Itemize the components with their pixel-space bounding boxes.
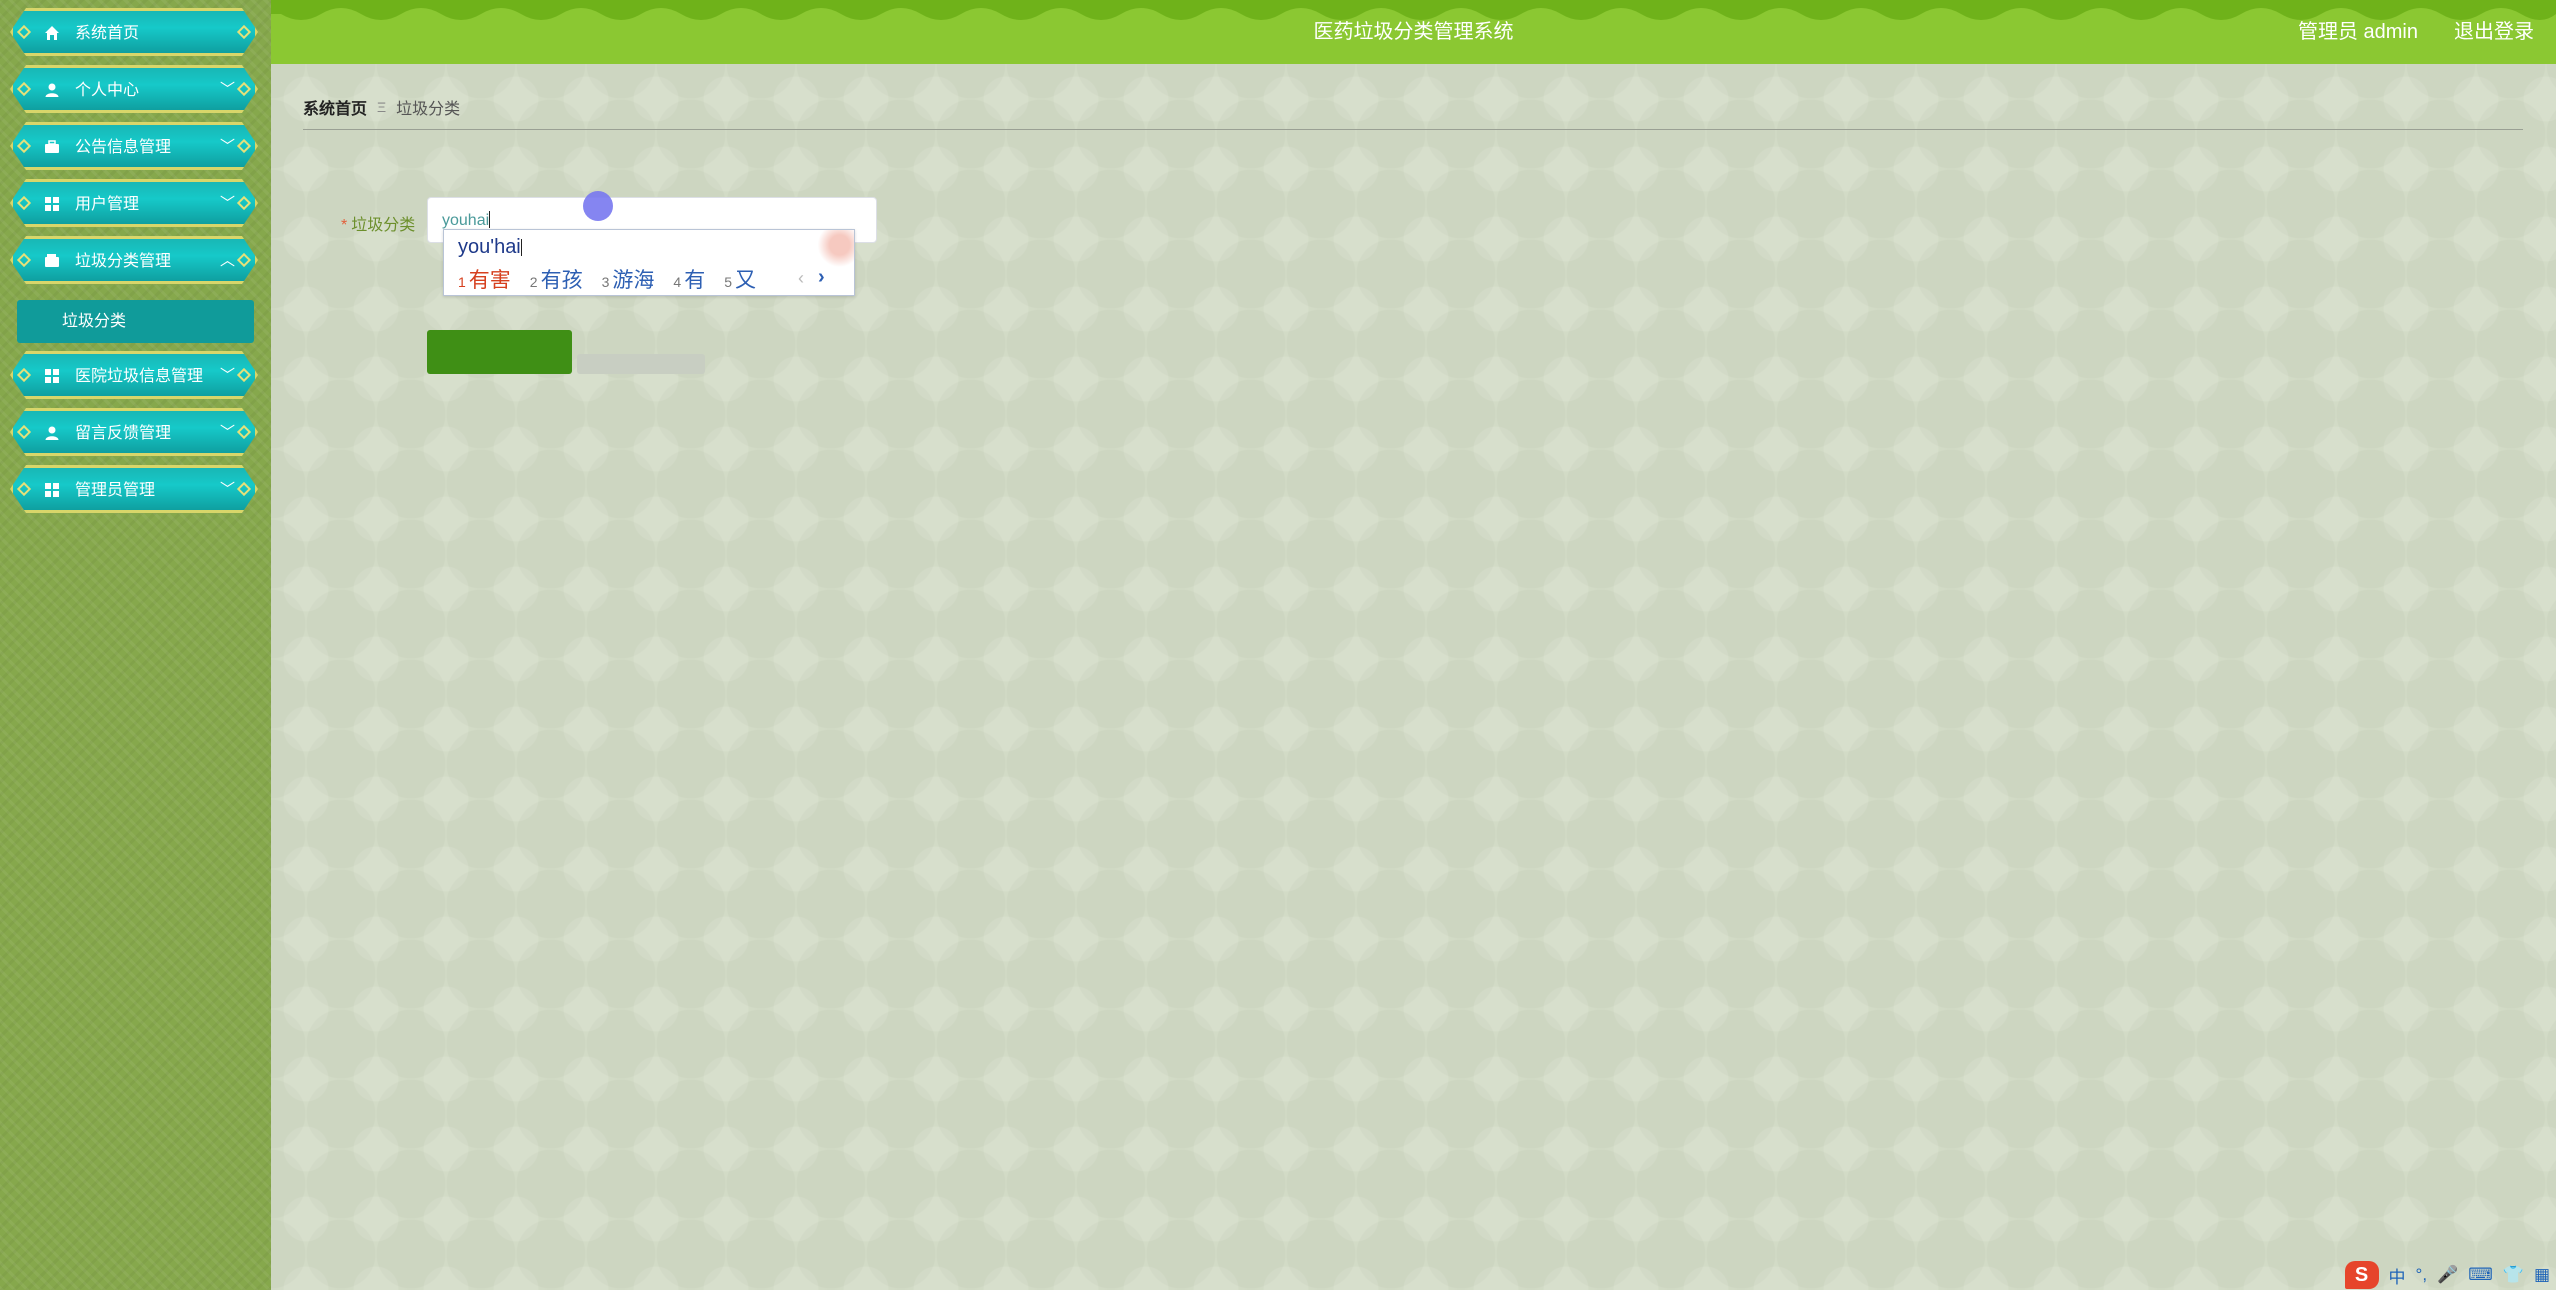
breadcrumb: 系统首页 Ξ 垃圾分类 bbox=[303, 95, 460, 119]
mouse-cursor-indicator bbox=[583, 191, 613, 221]
candidate-number: 3 bbox=[601, 274, 610, 290]
menu-item-label: 留言反馈管理 bbox=[75, 425, 172, 442]
ime-candidate-window: you'hai 1 有害 2 有孩 3 游海 4有 5又 ‹ › bbox=[443, 229, 855, 296]
sidebar-subitem-garbage-category[interactable]: 垃圾分类 bbox=[17, 300, 254, 343]
diamond-decoration bbox=[237, 425, 251, 439]
menu-item-label: 管理员管理 bbox=[75, 482, 156, 499]
chinese-mode-toggle[interactable]: 中 bbox=[2389, 1263, 2406, 1288]
keyboard-icon[interactable]: ⌨ bbox=[2468, 1265, 2493, 1285]
diamond-decoration bbox=[17, 482, 31, 496]
breadcrumb-separator: Ξ bbox=[377, 99, 387, 115]
ime-candidate[interactable]: 1 有害 bbox=[458, 264, 511, 294]
garbage-category-label: * 垃圾分类 bbox=[341, 211, 415, 235]
menu-item-admin-management[interactable]: 管理员管理 ﹀ bbox=[10, 465, 258, 513]
menu-item-feedback[interactable]: 留言反馈管理 ﹀ bbox=[10, 408, 258, 456]
diamond-decoration bbox=[17, 253, 31, 267]
chevron-down-icon: ﹀ bbox=[219, 195, 235, 212]
diamond-decoration bbox=[237, 253, 251, 267]
diamond-decoration bbox=[17, 425, 31, 439]
diamond-decoration bbox=[17, 139, 31, 153]
skin-icon[interactable]: 👕 bbox=[2503, 1265, 2524, 1285]
candidate-number: 1 bbox=[458, 274, 466, 290]
main-content: 系统首页 Ξ 垃圾分类 * 垃圾分类 youhai you'hai 1 有害 2 有孩… bbox=[271, 64, 2556, 1290]
cancel-button[interactable] bbox=[577, 354, 705, 374]
ime-composition: you'hai bbox=[458, 236, 522, 259]
candidate-text: 又 bbox=[734, 269, 756, 292]
chevron-down-icon: ﹀ bbox=[219, 138, 235, 155]
diamond-decoration bbox=[17, 196, 31, 210]
input-value: youhai bbox=[442, 211, 491, 230]
logout-link[interactable]: 退出登录 bbox=[2454, 15, 2534, 44]
input-value-text: youhai bbox=[442, 212, 490, 229]
diamond-decoration bbox=[17, 25, 31, 39]
menu-item-label: 用户管理 bbox=[75, 196, 140, 213]
breadcrumb-home[interactable]: 系统首页 bbox=[303, 95, 367, 119]
chevron-down-icon: ﹀ bbox=[219, 481, 235, 498]
field-label-text: 垃圾分类 bbox=[351, 217, 416, 234]
grid-icon bbox=[43, 367, 61, 385]
ime-next-page-button[interactable]: › bbox=[818, 266, 825, 289]
microphone-icon[interactable]: 🎤 bbox=[2437, 1265, 2458, 1285]
menu-item-garbage-category-management[interactable]: 垃圾分类管理 ︿ bbox=[10, 236, 258, 284]
diamond-decoration bbox=[237, 368, 251, 382]
briefcase-icon bbox=[43, 138, 61, 156]
menu-item-label: 医院垃圾信息管理 bbox=[75, 368, 204, 385]
user-icon bbox=[43, 81, 61, 99]
diamond-decoration bbox=[17, 368, 31, 382]
candidate-text: 有害 bbox=[468, 269, 511, 292]
text-caret bbox=[489, 211, 491, 228]
chevron-down-icon: ﹀ bbox=[219, 367, 235, 384]
toolbox-icon[interactable]: ▦ bbox=[2534, 1265, 2550, 1285]
wallet-icon bbox=[43, 252, 61, 270]
candidate-number: 5 bbox=[724, 274, 732, 290]
ime-caret bbox=[520, 239, 522, 256]
menu-item-announcements[interactable]: 公告信息管理 ﹀ bbox=[10, 122, 258, 170]
diamond-decoration bbox=[237, 82, 251, 96]
app-title: 医药垃圾分类管理系统 bbox=[1313, 21, 1514, 43]
menu-item-hospital-garbage-info[interactable]: 医院垃圾信息管理 ﹀ bbox=[10, 351, 258, 399]
grid-icon bbox=[43, 195, 61, 213]
submit-button[interactable] bbox=[427, 330, 572, 374]
ime-skin-decoration bbox=[806, 230, 854, 280]
breadcrumb-current: 垃圾分类 bbox=[396, 101, 461, 118]
menu-item-personal-center[interactable]: 个人中心 ﹀ bbox=[10, 65, 258, 113]
ime-prev-page-button[interactable]: ‹ bbox=[798, 268, 804, 289]
current-user: 管理员 admin bbox=[2297, 21, 2418, 43]
chevron-down-icon: ﹀ bbox=[219, 424, 235, 441]
candidate-text: 有 bbox=[684, 269, 706, 292]
menu-item-label: 垃圾分类管理 bbox=[75, 253, 172, 270]
diamond-decoration bbox=[17, 82, 31, 96]
ime-candidate[interactable]: 4有 bbox=[673, 264, 705, 294]
ime-candidate[interactable]: 2 有孩 bbox=[530, 264, 583, 294]
menu-item-user-management[interactable]: 用户管理 ﹀ bbox=[10, 179, 258, 227]
chevron-up-icon: ︿ bbox=[219, 252, 235, 269]
candidate-text: 游海 bbox=[612, 269, 655, 292]
menu-item-label: 系统首页 bbox=[75, 25, 140, 42]
punctuation-toggle[interactable]: °, bbox=[2416, 1265, 2428, 1285]
ime-candidate[interactable]: 5又 bbox=[724, 264, 756, 294]
home-icon bbox=[43, 24, 61, 42]
diamond-decoration bbox=[237, 196, 251, 210]
required-mark: * bbox=[341, 217, 348, 234]
grid-icon bbox=[43, 481, 61, 499]
chevron-down-icon: ﹀ bbox=[219, 81, 235, 98]
candidate-number: 2 bbox=[529, 274, 538, 290]
candidate-text: 有孩 bbox=[540, 269, 583, 292]
menu-item-home[interactable]: 系统首页 bbox=[10, 8, 258, 56]
sidebar: 系统首页 个人中心 ﹀ 公告信息管理 ﹀ 用户管理 ﹀ 垃圾分类管理 ︿ 垃圾分… bbox=[0, 0, 271, 1290]
diamond-decoration bbox=[237, 25, 251, 39]
ime-composition-text: you'hai bbox=[458, 236, 521, 258]
diamond-decoration bbox=[237, 139, 251, 153]
menu-item-label: 个人中心 bbox=[75, 82, 140, 99]
top-header: 医药垃圾分类管理系统 管理员 admin 退出登录 bbox=[271, 0, 2556, 64]
ime-toolbar: S 中 °, 🎤 ⌨ 👕 ▦ bbox=[2336, 1260, 2556, 1290]
ime-candidate-list: 1 有害 2 有孩 3 游海 4有 5又 bbox=[458, 264, 775, 294]
candidate-number: 4 bbox=[673, 274, 682, 290]
divider bbox=[303, 129, 2523, 130]
menu-item-label: 公告信息管理 bbox=[75, 139, 172, 156]
user-icon bbox=[43, 424, 61, 442]
sogou-logo-icon[interactable]: S bbox=[2344, 1261, 2379, 1289]
diamond-decoration bbox=[237, 482, 251, 496]
ime-candidate[interactable]: 3 游海 bbox=[602, 264, 655, 294]
